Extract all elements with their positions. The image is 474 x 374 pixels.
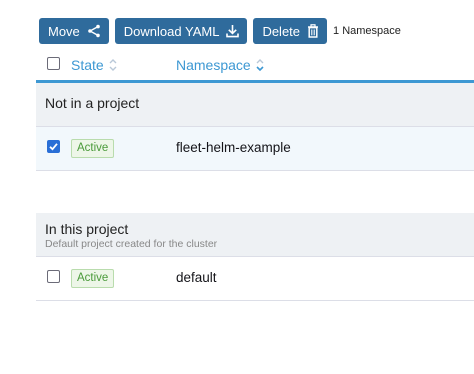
column-header-namespace[interactable]: Namespace xyxy=(176,57,265,73)
namespace-name[interactable]: fleet-helm-example xyxy=(176,140,291,155)
download-icon xyxy=(226,24,240,38)
status-badge: Active xyxy=(71,139,115,158)
download-yaml-button[interactable]: Download YAML xyxy=(114,18,248,44)
group-subtitle: Default project created for the cluster xyxy=(45,238,218,250)
row-checkbox[interactable] xyxy=(47,140,60,153)
column-header-state-label: State xyxy=(71,57,104,73)
group-row-in-this-project: In this project Default project created … xyxy=(36,213,474,257)
column-header-state[interactable]: State xyxy=(71,57,118,73)
table-row[interactable]: Active fleet-helm-example xyxy=(36,127,474,171)
sort-icon xyxy=(255,58,265,72)
trash-icon xyxy=(307,24,319,38)
selection-count: 1 Namespace xyxy=(333,25,401,37)
select-all-checkbox[interactable] xyxy=(47,57,60,70)
checkmark-icon xyxy=(49,143,58,151)
download-yaml-label: Download YAML xyxy=(123,23,220,39)
move-button-label: Move xyxy=(48,23,80,39)
namespace-name[interactable]: default xyxy=(176,270,217,285)
sort-icon xyxy=(108,58,118,72)
share-icon xyxy=(87,24,101,38)
delete-button[interactable]: Delete xyxy=(253,18,328,44)
table-header: State Namespace xyxy=(36,52,474,83)
move-button[interactable]: Move xyxy=(39,18,109,44)
group-title: Not in a project xyxy=(45,95,140,111)
status-badge: Active xyxy=(71,269,115,288)
delete-label: Delete xyxy=(262,23,301,39)
bulk-actions-toolbar: Move Download YAML Delete 1 Namespace xyxy=(39,18,401,44)
row-checkbox[interactable] xyxy=(47,270,60,283)
table-row[interactable]: Active default xyxy=(36,257,474,301)
column-header-namespace-label: Namespace xyxy=(176,57,251,73)
group-title: In this project xyxy=(45,221,129,237)
group-row-not-in-project: Not in a project xyxy=(36,83,474,127)
